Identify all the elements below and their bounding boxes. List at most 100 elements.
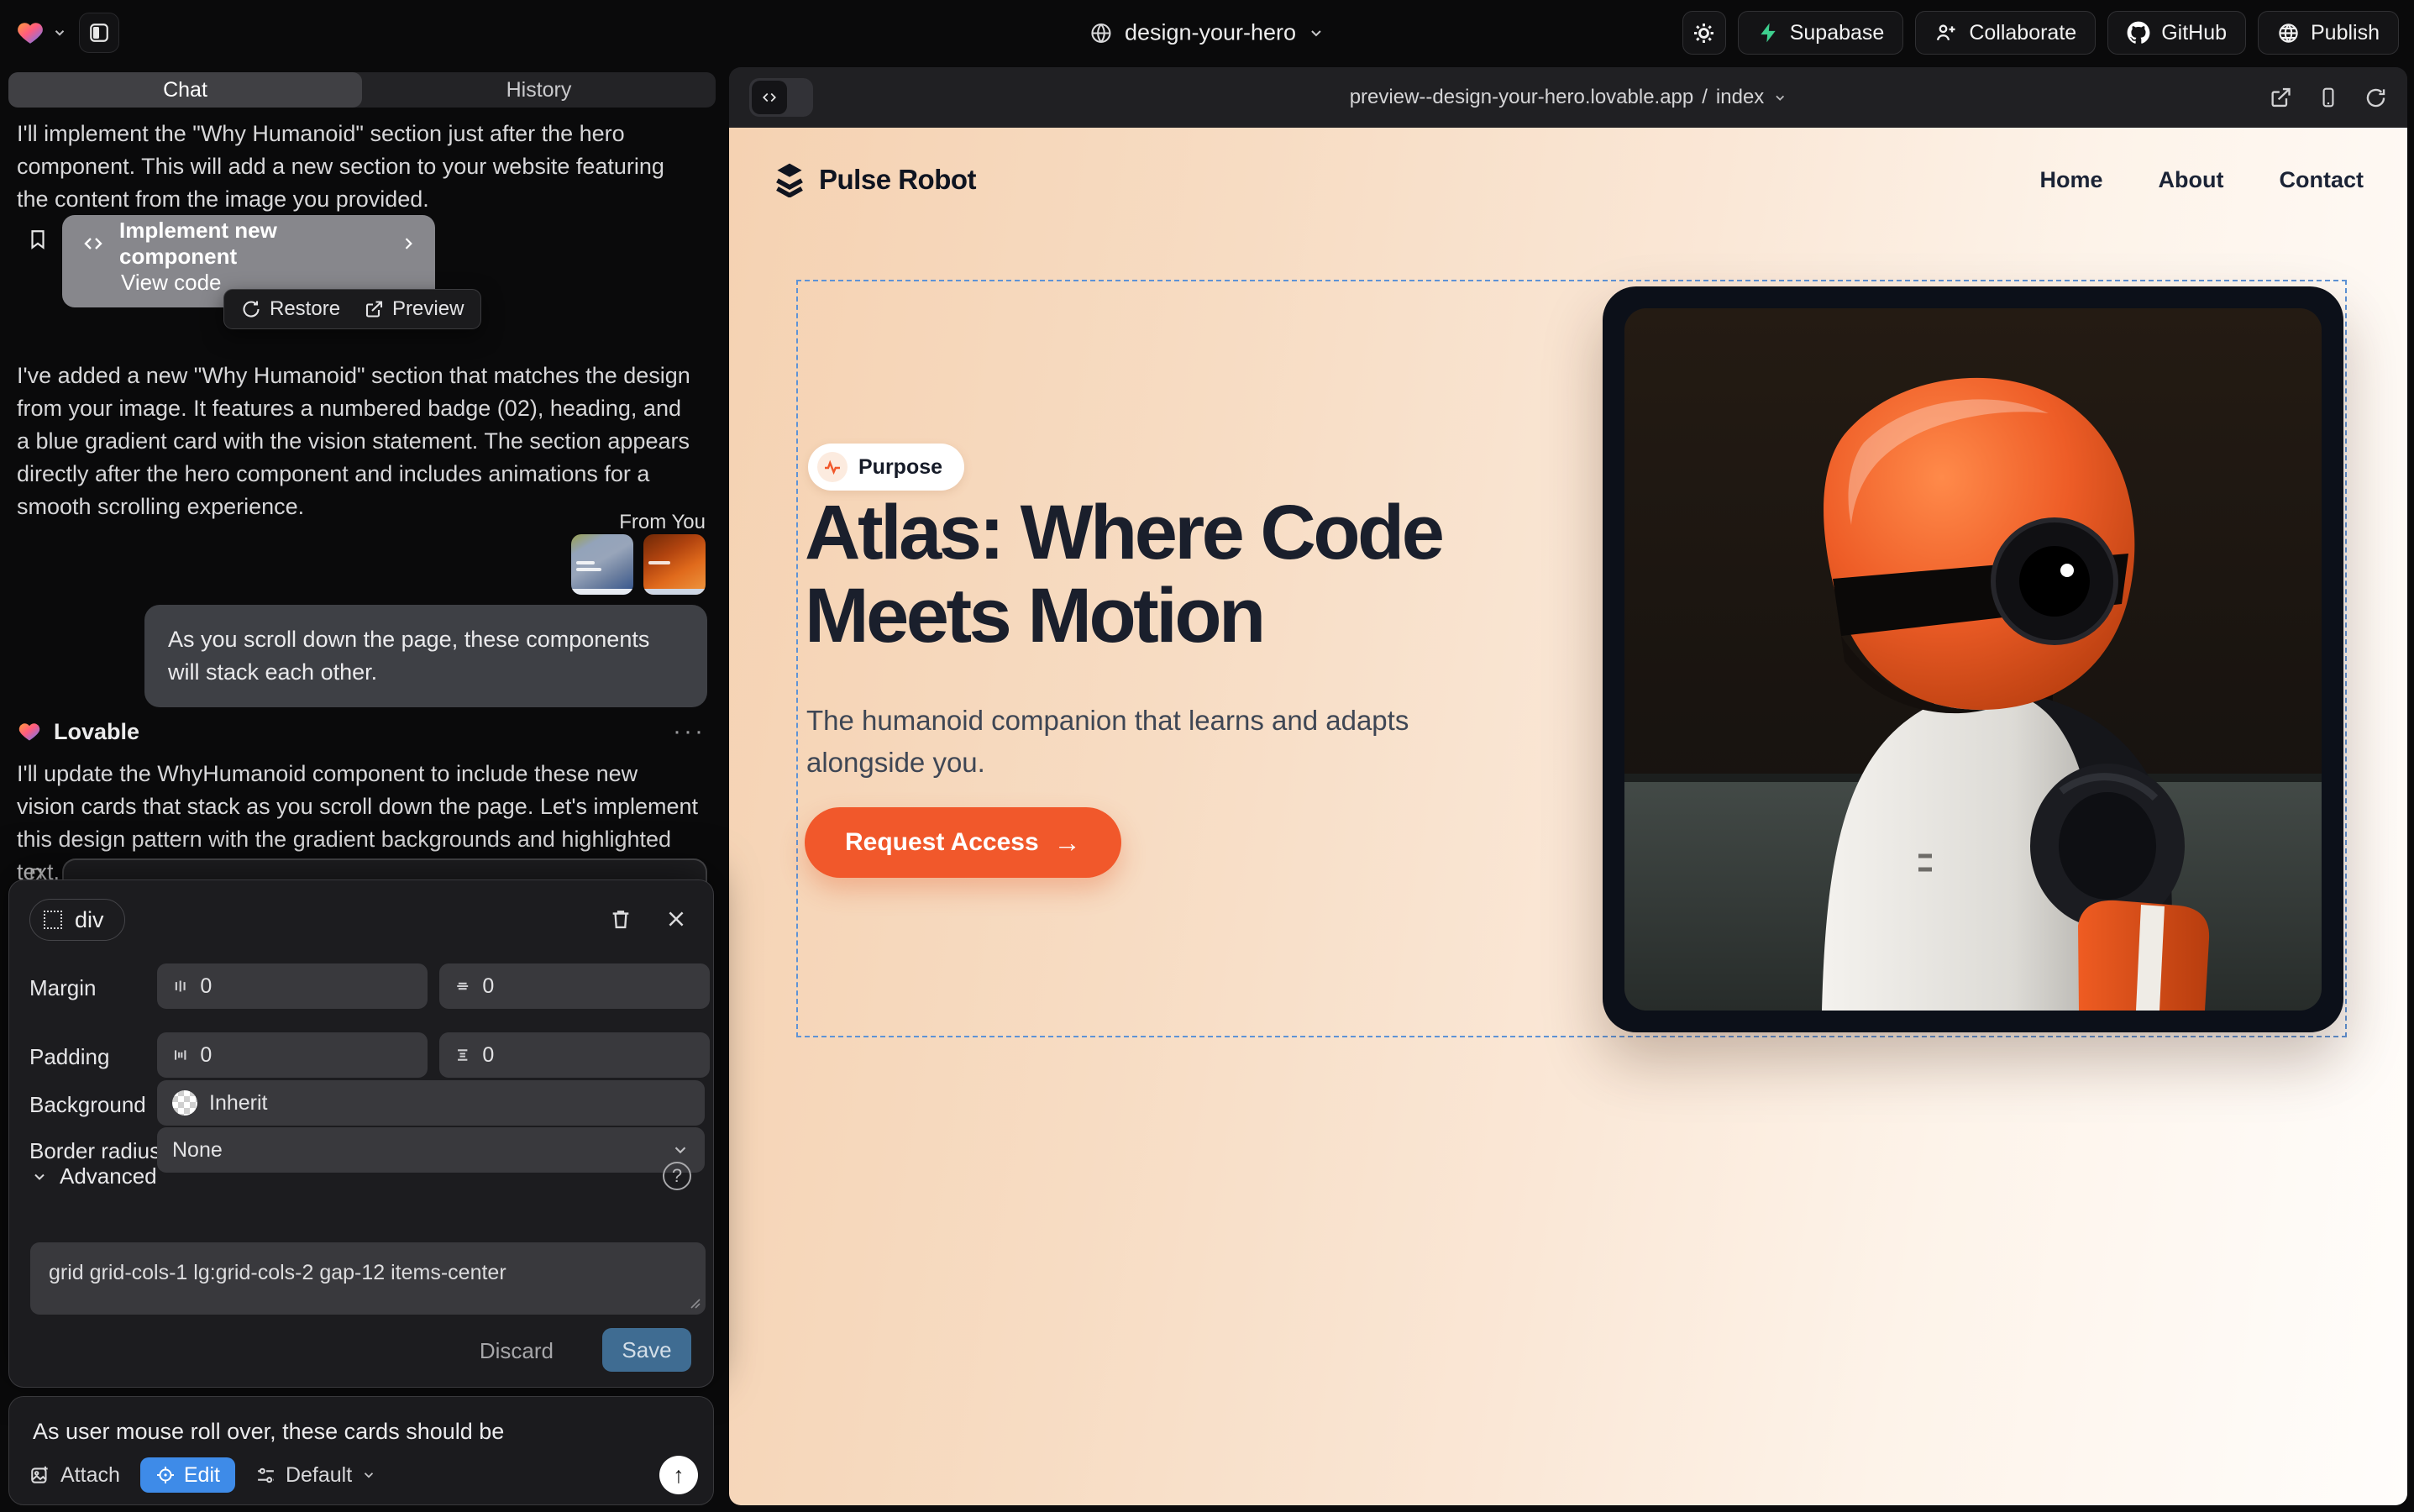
margin-x-input[interactable] xyxy=(200,974,412,999)
margin-label: Margin xyxy=(29,975,96,1001)
nav-contact[interactable]: Contact xyxy=(2280,167,2364,193)
site-nav: Home About Contact xyxy=(2040,167,2364,193)
pulse-icon-wrap xyxy=(817,452,848,482)
bookmark-icon[interactable] xyxy=(27,227,49,252)
nav-home[interactable]: Home xyxy=(2040,167,2103,193)
attach-label: Attach xyxy=(60,1463,120,1488)
background-label: Background xyxy=(29,1092,146,1118)
padding-y-input[interactable] xyxy=(482,1043,695,1068)
more-options-icon[interactable] xyxy=(673,717,706,746)
selected-hero-section[interactable]: Purpose Atlas: Where Code Meets Motion T… xyxy=(796,280,2347,1037)
tab-history[interactable]: History xyxy=(362,72,716,108)
external-link-icon xyxy=(2269,86,2292,109)
border-radius-select[interactable]: None xyxy=(157,1127,705,1173)
toggle-sidebar-button[interactable] xyxy=(79,13,119,53)
dotted-selection-icon xyxy=(44,911,62,929)
chat-input[interactable]: As user mouse roll over, these cards sho… xyxy=(33,1419,690,1445)
supabase-button[interactable]: Supabase xyxy=(1738,11,1904,55)
help-button[interactable]: ? xyxy=(663,1162,691,1190)
close-inspector-button[interactable] xyxy=(661,904,691,934)
assistant-message: I've added a new "Why Humanoid" section … xyxy=(17,360,699,522)
collaborate-button[interactable]: Collaborate xyxy=(1915,11,2096,55)
delete-element-button[interactable] xyxy=(606,904,636,934)
github-icon xyxy=(2127,21,2150,45)
chevron-down-icon xyxy=(1308,24,1325,41)
globe-icon xyxy=(1089,21,1113,45)
site-logo[interactable]: Pulse Robot xyxy=(773,162,976,197)
preview-url-bar[interactable]: preview--design-your-hero.lovable.app / … xyxy=(1350,86,1787,109)
tailwind-classes-textarea[interactable]: grid grid-cols-1 lg:grid-cols-2 gap-12 i… xyxy=(30,1242,706,1315)
project-switcher[interactable]: design-your-hero xyxy=(1089,20,1325,46)
publish-button[interactable]: Publish xyxy=(2258,11,2399,55)
settings-button[interactable] xyxy=(1682,11,1726,55)
model-default-selector[interactable]: Default xyxy=(255,1463,376,1488)
padding-x-field[interactable] xyxy=(157,1032,428,1078)
background-field[interactable]: Inherit xyxy=(157,1080,705,1126)
chat-history-tabs: Chat History xyxy=(8,72,716,108)
edit-mode-button[interactable]: Edit xyxy=(140,1457,235,1493)
chat-composer: As user mouse roll over, these cards sho… xyxy=(8,1396,714,1505)
from-you-label: From You xyxy=(619,511,706,534)
assistant-message: I'll implement the "Why Humanoid" sectio… xyxy=(17,118,699,216)
selected-element-tag: div xyxy=(75,907,104,933)
publish-label: Publish xyxy=(2311,21,2380,45)
component-card-title: Implement new component xyxy=(119,218,386,270)
code-preview-toggle[interactable] xyxy=(749,78,813,117)
refresh-button[interactable] xyxy=(2364,87,2387,109)
arrow-up-icon: ↑ xyxy=(673,1462,685,1488)
trash-icon xyxy=(609,907,632,931)
lovable-heart-icon xyxy=(17,720,42,743)
margin-x-field[interactable] xyxy=(157,963,428,1009)
attachment-thumbnail-1[interactable] xyxy=(571,534,633,595)
attach-button[interactable]: Attach xyxy=(29,1463,120,1488)
arrow-right-icon: → xyxy=(1054,827,1081,858)
supabase-label: Supabase xyxy=(1790,21,1885,45)
target-icon xyxy=(155,1465,176,1485)
mobile-view-button[interactable] xyxy=(2317,86,2339,109)
default-label: Default xyxy=(286,1463,352,1488)
github-button[interactable]: GitHub xyxy=(2107,11,2246,55)
robot-image xyxy=(1624,308,2322,1011)
padding-x-icon xyxy=(172,1046,188,1064)
user-message-bubble: As you scroll down the page, these compo… xyxy=(144,605,707,707)
restore-preview-popover: Restore Preview xyxy=(223,289,481,329)
chevron-down-icon xyxy=(1772,91,1787,105)
request-access-button[interactable]: Request Access → xyxy=(805,807,1121,878)
chevron-down-icon xyxy=(31,1168,48,1185)
selected-element-chip[interactable]: div xyxy=(29,899,125,941)
margin-y-input[interactable] xyxy=(482,974,695,999)
open-in-new-tab-button[interactable] xyxy=(2269,86,2292,109)
padding-y-field[interactable] xyxy=(439,1032,710,1078)
attach-image-icon xyxy=(29,1464,51,1486)
site-canvas: Pulse Robot Home About Contact Purpose A… xyxy=(729,128,2407,1505)
preview-button[interactable]: Preview xyxy=(364,297,464,321)
restore-button[interactable]: Restore xyxy=(241,297,340,321)
save-button[interactable]: Save xyxy=(602,1328,691,1372)
sidebar-panel-icon xyxy=(88,22,110,44)
sliders-icon xyxy=(255,1465,276,1486)
github-label: GitHub xyxy=(2161,21,2227,45)
discard-button[interactable]: Discard xyxy=(480,1330,554,1372)
send-button[interactable]: ↑ xyxy=(659,1456,698,1494)
attachment-thumbnail-2[interactable] xyxy=(643,534,706,595)
advanced-section-toggle[interactable]: Advanced xyxy=(31,1163,157,1189)
purpose-badge: Purpose xyxy=(808,444,964,491)
hero-heading-line2: Meets Motion xyxy=(805,575,1441,658)
border-radius-label: Border radius xyxy=(29,1138,160,1164)
request-access-label: Request Access xyxy=(845,828,1039,857)
tab-chat[interactable]: Chat xyxy=(8,72,362,108)
bookmark-icon xyxy=(27,865,45,879)
nav-about[interactable]: About xyxy=(2159,167,2224,193)
padding-x-input[interactable] xyxy=(200,1043,412,1068)
lovable-menu-button[interactable] xyxy=(15,18,67,47)
publish-globe-icon xyxy=(2277,22,2300,45)
collaborate-icon xyxy=(1934,21,1958,45)
attachment-thumbnails xyxy=(571,534,706,595)
margin-y-field[interactable] xyxy=(439,963,710,1009)
purpose-badge-label: Purpose xyxy=(858,455,942,480)
code-icon xyxy=(81,234,106,254)
view-code-label: View code xyxy=(121,270,222,296)
layers-logo-icon xyxy=(773,162,806,197)
hero-heading-line1: Atlas: Where Code xyxy=(805,491,1441,575)
margin-y-icon xyxy=(454,977,470,995)
